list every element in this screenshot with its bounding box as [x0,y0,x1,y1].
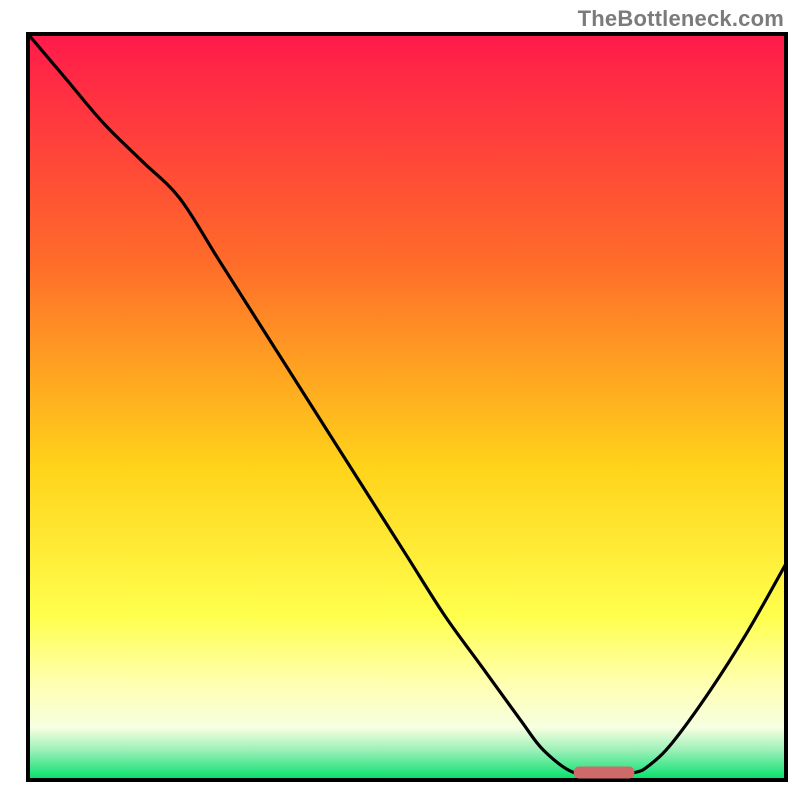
chart-canvas: TheBottleneck.com [0,0,800,800]
optimum-marker [574,767,635,779]
plot-background [28,34,786,780]
bottleneck-chart [0,0,800,800]
